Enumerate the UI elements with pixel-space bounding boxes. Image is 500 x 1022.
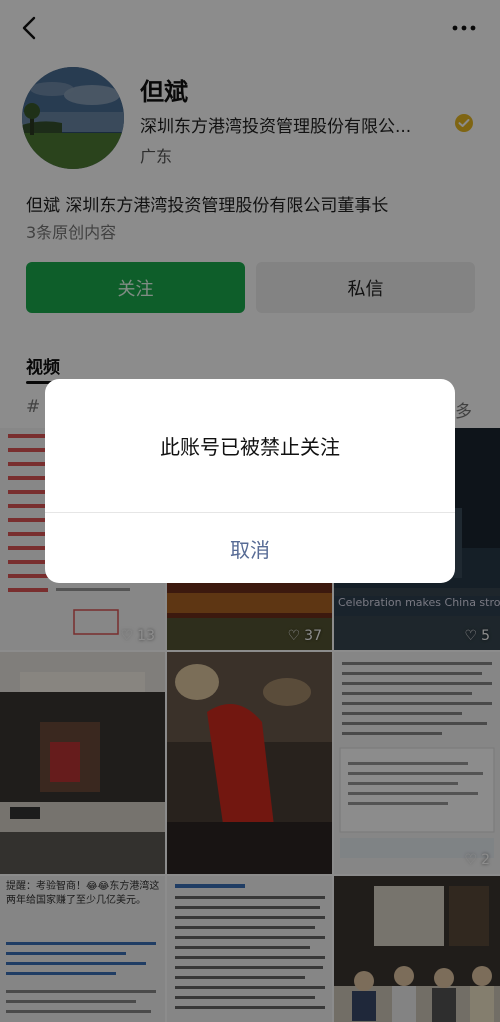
dialog-message: 此账号已被禁止关注 [160,435,340,459]
profile-page: 但斌 深圳东方港湾投资管理股份有限公... 广东 但斌 深圳东方港湾投资管理股份… [0,0,500,1022]
blocked-follow-dialog: 此账号已被禁止关注 取消 [45,379,455,583]
cancel-button[interactable]: 取消 [45,513,455,583]
